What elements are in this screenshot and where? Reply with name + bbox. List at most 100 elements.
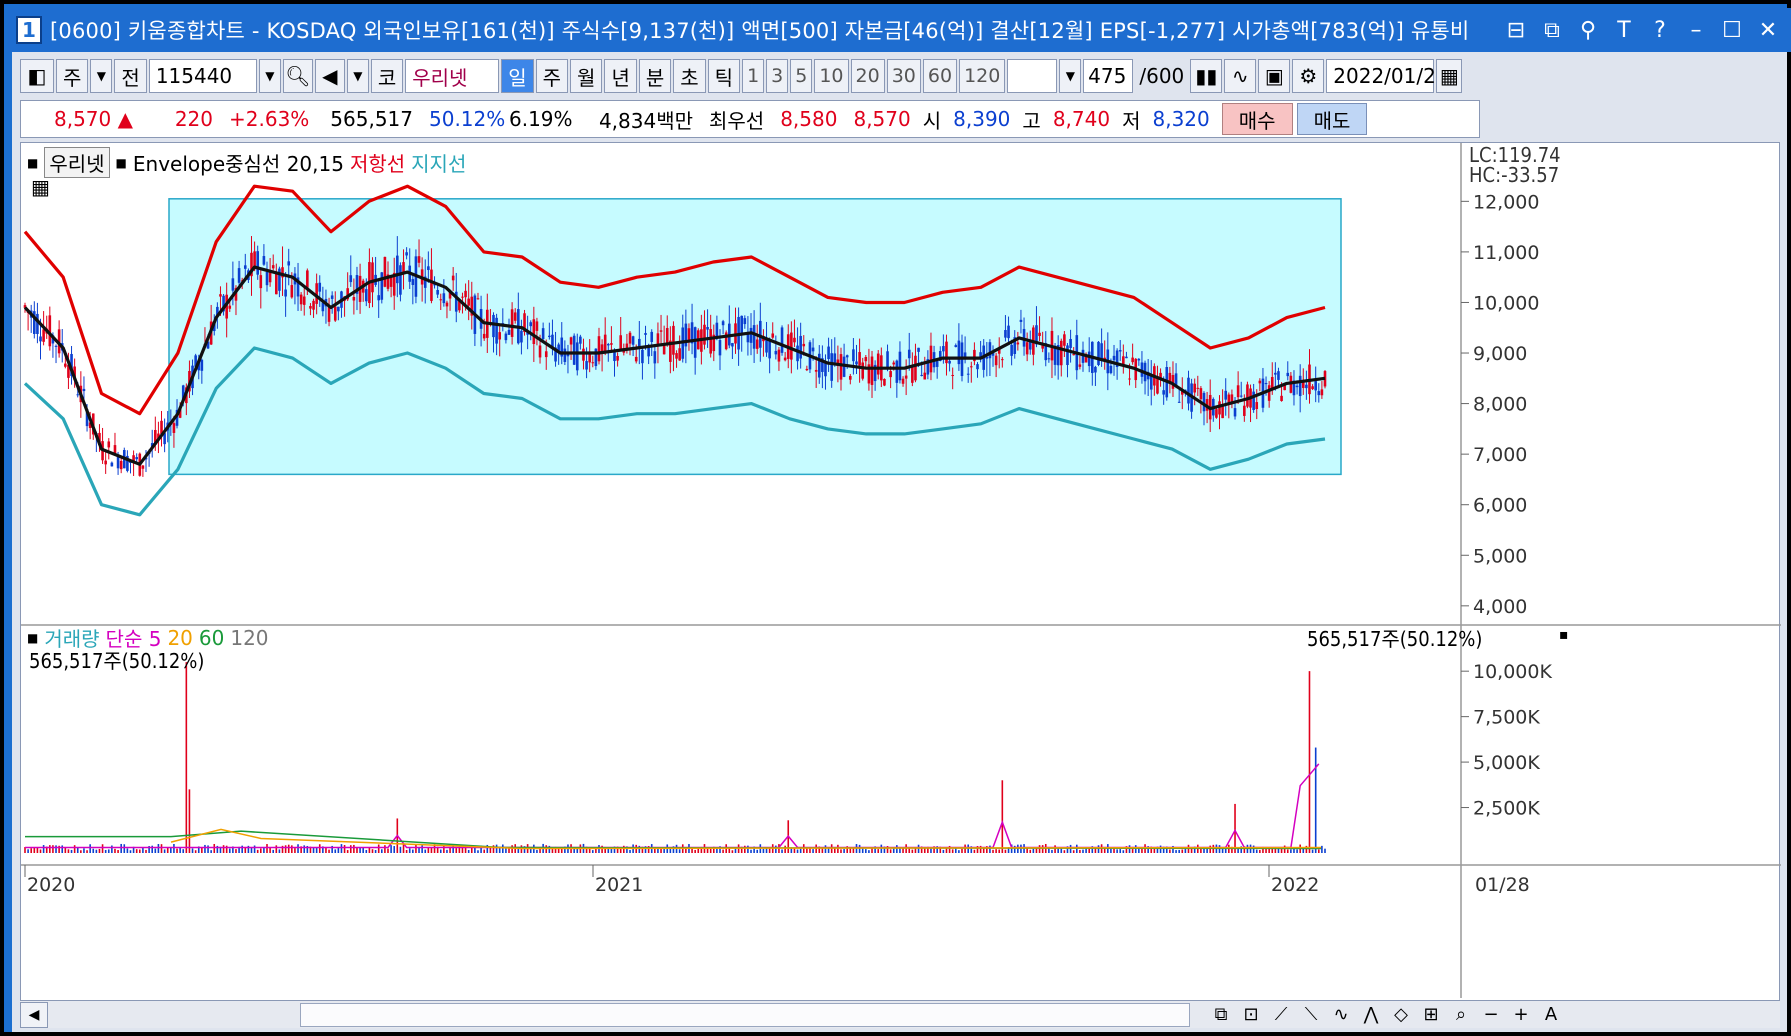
- prev-button[interactable]: 전: [114, 59, 147, 93]
- candle-body: [861, 362, 865, 379]
- plus-icon[interactable]: +: [1508, 1004, 1534, 1025]
- candle-body: [1063, 334, 1066, 346]
- minimize-icon[interactable]: –: [1683, 18, 1709, 43]
- period-second[interactable]: 초: [673, 59, 706, 93]
- scroll-left-icon[interactable]: ◀: [20, 1001, 48, 1028]
- data-count-input[interactable]: 475: [1083, 59, 1134, 93]
- trend-icon[interactable]: ⟋: [1268, 1004, 1294, 1025]
- chevron-down-icon[interactable]: ▼: [90, 59, 113, 93]
- scroll-thumb[interactable]: [300, 1002, 1190, 1027]
- date-input[interactable]: 2022/01/28: [1326, 59, 1449, 93]
- candle-body: [464, 290, 467, 298]
- indicator-icon[interactable]: ∿: [1224, 59, 1257, 93]
- stock-name-field[interactable]: 우리넷: [405, 59, 500, 93]
- calendar-icon[interactable]: ▦: [1436, 59, 1463, 93]
- table-icon[interactable]: ▦: [31, 175, 50, 199]
- panel-minimize-icon[interactable]: ▪: [1559, 627, 1569, 643]
- legend-ma120[interactable]: 120: [230, 626, 268, 650]
- chevron-down-icon[interactable]: ▼: [258, 59, 281, 93]
- period-week[interactable]: 주: [535, 59, 569, 93]
- window-number-icon[interactable]: 1: [16, 16, 42, 44]
- minus-icon[interactable]: −: [1478, 1004, 1504, 1025]
- candle-body: [743, 318, 747, 325]
- stock-code-input[interactable]: 115440: [148, 59, 257, 93]
- scroll-track[interactable]: [48, 1002, 1190, 1027]
- candle-body: [1267, 385, 1271, 401]
- candle-body: [1007, 325, 1010, 339]
- search-icon[interactable]: 🔍︎: [282, 59, 313, 93]
- candle-body: [1047, 358, 1051, 360]
- candle-body: [659, 330, 663, 332]
- candle-body: [858, 352, 861, 366]
- candle-body: [482, 333, 486, 339]
- interval-10[interactable]: 10: [814, 59, 849, 93]
- shape-icon[interactable]: ◇: [1388, 1004, 1414, 1025]
- candle-body: [1078, 364, 1082, 367]
- interval-20[interactable]: 20: [850, 59, 885, 93]
- candle-body: [532, 319, 536, 345]
- candle-body: [507, 329, 511, 335]
- candle-body: [942, 346, 945, 352]
- candle-body: [790, 332, 793, 360]
- interval-120[interactable]: 120: [959, 59, 1006, 93]
- grid-icon[interactable]: ⊞: [1418, 1004, 1444, 1025]
- speaker-icon[interactable]: ◀︎: [314, 59, 345, 93]
- candle-body: [634, 356, 638, 362]
- client-area: ◧ 주 ▼ 전 115440 ▼ 🔍︎ ◀︎ ▼ 코 우리넷 일 주 월 년 분…: [12, 52, 1787, 1032]
- maximize-icon[interactable]: ☐: [1719, 18, 1745, 43]
- toolbar-main: ◧ 주 ▼ 전 115440 ▼ 🔍︎ ◀︎ ▼ 코 우리넷 일 주 월 년 분…: [20, 58, 1463, 94]
- zoom-icon[interactable]: ⌕: [1448, 1004, 1474, 1025]
- close-icon[interactable]: ✕: [1755, 18, 1781, 43]
- custom-interval-input[interactable]: [1007, 59, 1058, 93]
- panel-toggle-icon[interactable]: ◧: [20, 59, 54, 93]
- wave-icon[interactable]: ∿: [1328, 1004, 1354, 1025]
- interval-60[interactable]: 60: [922, 59, 958, 93]
- pin-icon[interactable]: ⚲: [1575, 18, 1601, 43]
- candle-body: [442, 293, 446, 304]
- legend-envelope[interactable]: Envelope중심선 20,15: [133, 148, 344, 177]
- candle-settings-icon[interactable]: ▮▮: [1190, 59, 1223, 93]
- chart-area[interactable]: 12,000 11,000 10,000 9,000 8,000 7,000 6,000 5,…: [20, 142, 1781, 1027]
- line-tool-icon[interactable]: ⟍: [1298, 1004, 1324, 1025]
- save-icon[interactable]: ▣: [1258, 59, 1291, 93]
- interval-3[interactable]: 3: [766, 59, 789, 93]
- buy-button[interactable]: 매수: [1221, 103, 1293, 135]
- chevron-down-icon[interactable]: ▼: [1059, 59, 1082, 93]
- market-button[interactable]: 주: [56, 59, 89, 93]
- volume-tick-label: 5,000K: [1473, 752, 1540, 774]
- candle-body: [113, 445, 117, 454]
- legend-stock-name[interactable]: 우리넷: [44, 147, 110, 178]
- period-month[interactable]: 월: [570, 59, 603, 93]
- pattern-icon[interactable]: ⋀: [1358, 1004, 1384, 1025]
- sell-button[interactable]: 매도: [1296, 103, 1368, 135]
- candle-body: [1295, 385, 1299, 388]
- legend-lower-band[interactable]: 지지선: [411, 148, 466, 177]
- chevron-down-icon[interactable]: ▼: [346, 59, 369, 93]
- candle-body: [1118, 350, 1122, 352]
- price-change-pct: +2.63%: [229, 107, 310, 131]
- interval-1[interactable]: 1: [742, 59, 765, 93]
- price-tick-label: 10,000: [1473, 292, 1539, 314]
- text-icon[interactable]: T: [1611, 18, 1637, 43]
- period-day[interactable]: 일: [501, 59, 534, 93]
- best-quote-label: 최우선: [709, 108, 765, 133]
- window-icon[interactable]: ⊡: [1238, 1004, 1264, 1025]
- candle-body: [380, 272, 384, 300]
- period-minute[interactable]: 분: [638, 59, 672, 93]
- price-tick-label: 7,000: [1473, 444, 1527, 466]
- font-icon[interactable]: A: [1538, 1004, 1564, 1025]
- interval-30[interactable]: 30: [886, 59, 921, 93]
- interval-5[interactable]: 5: [790, 59, 813, 93]
- candle-body: [312, 300, 315, 310]
- period-year[interactable]: 년: [604, 59, 637, 93]
- layout-icon[interactable]: ⊟: [1503, 18, 1529, 43]
- gear-icon[interactable]: ⚙: [1292, 59, 1325, 93]
- candle-body: [870, 356, 874, 385]
- legend-upper-band[interactable]: 저항선: [350, 148, 405, 177]
- split-icon[interactable]: ⧉: [1208, 1004, 1234, 1025]
- help-icon[interactable]: ?: [1647, 18, 1673, 43]
- bid-price: 8,570: [853, 107, 911, 131]
- copy-window-icon[interactable]: ⧉: [1539, 18, 1565, 43]
- period-tick[interactable]: 틱: [707, 59, 741, 93]
- candle-body: [1280, 395, 1283, 402]
